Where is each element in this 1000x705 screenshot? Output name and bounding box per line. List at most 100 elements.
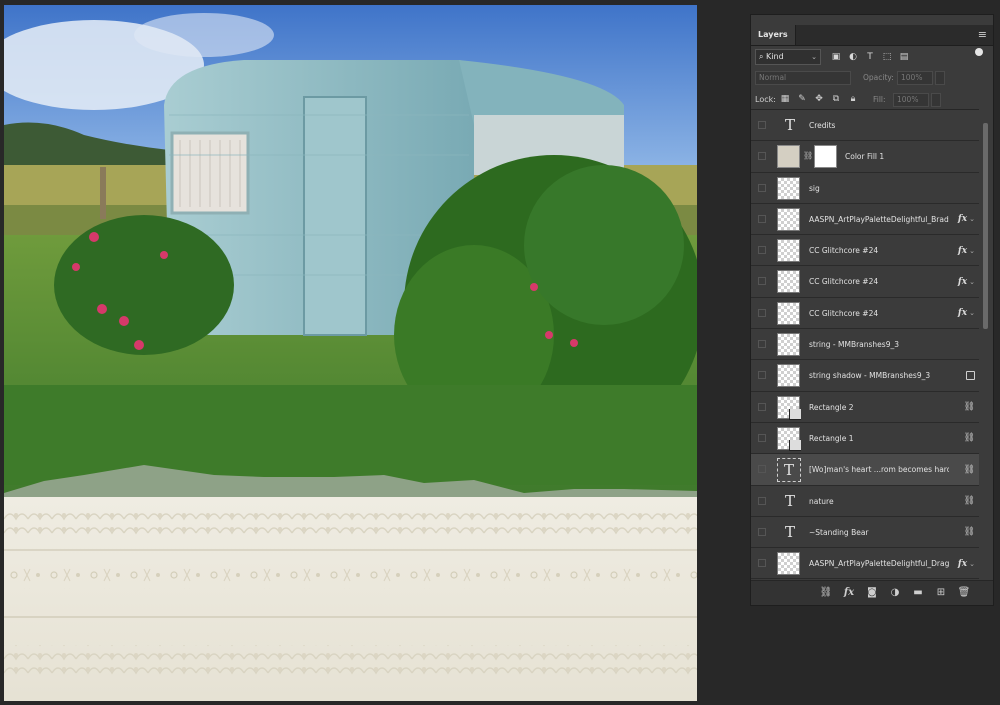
link-layers-icon[interactable]: ⛓ [819,585,833,599]
blend-mode-select[interactable]: Normal [755,71,851,85]
opacity-field[interactable]: 100% [897,71,933,85]
layer-badges: ⛓ [964,517,975,548]
layer-name: ~Standing Bear [809,527,869,537]
chevron-down-icon[interactable]: ⌄ [969,215,975,223]
layer-row[interactable]: AASPN_ArtPlayPaletteDelightful_Dragonfly… [751,548,979,580]
text-layer-icon: T [784,116,795,134]
mask-link-icon[interactable]: ⛓ [803,151,813,162]
visibility-toggle-icon[interactable] [758,121,766,129]
layer-row[interactable]: Rectangle 2 ⛓ [751,391,979,423]
visibility-toggle-icon[interactable] [758,559,766,568]
layer-effects-icon[interactable]: fx [958,214,967,224]
filter-toggle-icon[interactable] [975,48,983,56]
clipping-mask-icon [789,408,801,420]
delete-icon[interactable]: 🗑︎ [957,585,971,599]
layer-thumbnail [777,301,800,325]
chevron-down-icon[interactable]: ⌄ [969,560,975,568]
fx-icon[interactable]: fx [842,585,856,599]
lock-row: Lock: ▦ ✎ ✥ ⧉ 🔒︎ Fill: 100% [755,93,987,109]
search-icon: ⌕ [759,52,764,61]
add-mask-icon[interactable]: ◙ [865,585,879,599]
layer-row[interactable]: string shadow - MMBranshes9_3 [751,360,979,392]
new-group-icon[interactable]: ▬ [911,585,925,599]
layers-panel: Layers ≡ ⌕ Kind ⌄ ▣ ◐ T ⬚ ▤ Normal Opaci… [750,14,994,606]
filter-smart-object-icon[interactable]: ▤ [897,50,911,64]
chevron-down-icon[interactable]: ⌄ [969,278,975,286]
visibility-toggle-icon[interactable] [758,246,766,255]
panel-menu-icon[interactable]: ≡ [978,28,987,42]
lock-brush-icon[interactable]: ✎ [796,93,808,105]
layer-row[interactable]: T Credits [751,110,979,142]
text-layer-icon: T [784,491,795,510]
visibility-toggle-icon[interactable] [758,340,766,349]
layer-name: sig [809,183,820,193]
text-layer-icon: T [777,458,801,483]
visibility-toggle-icon[interactable] [758,308,766,317]
layer-badges: ⛓ [964,392,975,423]
layer-name: Rectangle 1 [809,433,854,443]
document-canvas[interactable] [4,5,697,701]
layer-list-scroll-thumb[interactable] [983,123,988,329]
layer-name: nature [809,496,834,506]
layer-row[interactable]: sig [751,172,979,204]
layer-row[interactable]: T [Wo]man's heart ...rom becomes hard. ⛓ [751,454,979,486]
layer-row[interactable]: Tnature ⛓ [751,485,979,517]
layer-thumbnail [777,145,800,169]
layer-effects-icon[interactable]: fx [958,308,967,318]
opacity-label: Opacity: [863,73,894,82]
layer-list: T Credits ⛓ Color Fill 1 sig AASPN_ArtPlayPal… [751,109,979,580]
layer-row[interactable]: CC Glitchcore #24 fx ⌄ [751,266,979,298]
filter-kind-select[interactable]: ⌕ Kind ⌄ [755,49,821,65]
layer-row[interactable]: string - MMBranshes9_3 [751,329,979,361]
layer-name: [Wo]man's heart ...rom becomes hard. [809,465,949,475]
new-layer-icon[interactable]: ⊞ [934,585,948,599]
lock-position-icon[interactable]: ✥ [813,93,825,105]
lock-all-icon[interactable]: 🔒︎ [847,93,859,105]
visibility-toggle-icon[interactable] [758,433,766,442]
layer-badges: ⛓ [964,454,975,485]
visibility-toggle-icon[interactable] [758,402,766,411]
layer-thumbnail [777,207,800,231]
layer-effects-icon[interactable]: fx [958,559,967,569]
panel-tabbar: Layers ≡ [751,25,993,46]
layer-row[interactable]: CC Glitchcore #24 fx ⌄ [751,297,979,330]
layer-row[interactable]: T ~Standing Bear ⛓ [751,516,979,549]
filter-pixel-icon[interactable]: ▣ [829,50,843,64]
layer-effects-icon[interactable]: fx [958,246,967,256]
opacity-dropdown[interactable] [935,71,945,85]
filter-adjustment-icon[interactable]: ◐ [846,50,860,64]
fill-field[interactable]: 100% [893,93,929,107]
layer-effects-icon[interactable]: fx [958,277,967,287]
layer-badges [966,360,975,391]
linked-layer-icon: ⛓ [963,433,975,444]
layer-name: AASPN_ArtPlayPaletteDelightful_Brad1 [809,214,949,224]
visibility-toggle-icon[interactable] [758,371,766,380]
filter-type-icon[interactable]: T [863,50,877,64]
tab-layers[interactable]: Layers [751,25,796,45]
chevron-down-icon[interactable]: ⌄ [969,247,975,255]
adjustment-layer-icon[interactable]: ◑ [888,585,902,599]
visibility-toggle-icon[interactable] [758,527,766,536]
lock-artboard-icon[interactable]: ⧉ [830,93,842,105]
visibility-toggle-icon[interactable] [758,465,766,474]
visibility-toggle-icon[interactable] [758,152,766,161]
filter-shape-icon[interactable]: ⬚ [880,50,894,64]
visibility-toggle-icon[interactable] [758,183,766,192]
linked-layer-icon: ⛓ [963,527,975,538]
lock-transparent-icon[interactable]: ▦ [779,93,791,105]
fill-dropdown[interactable] [931,93,941,107]
layer-badges: fx ⌄ [958,235,975,266]
filter-type-icons: ▣ ◐ T ⬚ ▤ [829,49,911,65]
smart-object-icon [966,371,975,381]
layer-row[interactable]: CC Glitchcore #24 fx ⌄ [751,235,979,267]
visibility-toggle-icon[interactable] [758,277,766,286]
layer-row[interactable]: Rectangle 1 ⛓ [751,422,979,455]
layer-row[interactable]: AASPN_ArtPlayPaletteDelightful_Brad1 fx ⌄ [751,203,979,236]
layer-row[interactable]: ⛓ Color Fill 1 [751,141,979,173]
layer-mask-thumbnail[interactable] [814,145,837,169]
visibility-toggle-icon[interactable] [758,214,766,223]
layer-thumbnail [777,552,800,576]
chevron-down-icon[interactable]: ⌄ [969,309,975,317]
layer-thumbnail [777,176,800,200]
visibility-toggle-icon[interactable] [758,496,766,505]
